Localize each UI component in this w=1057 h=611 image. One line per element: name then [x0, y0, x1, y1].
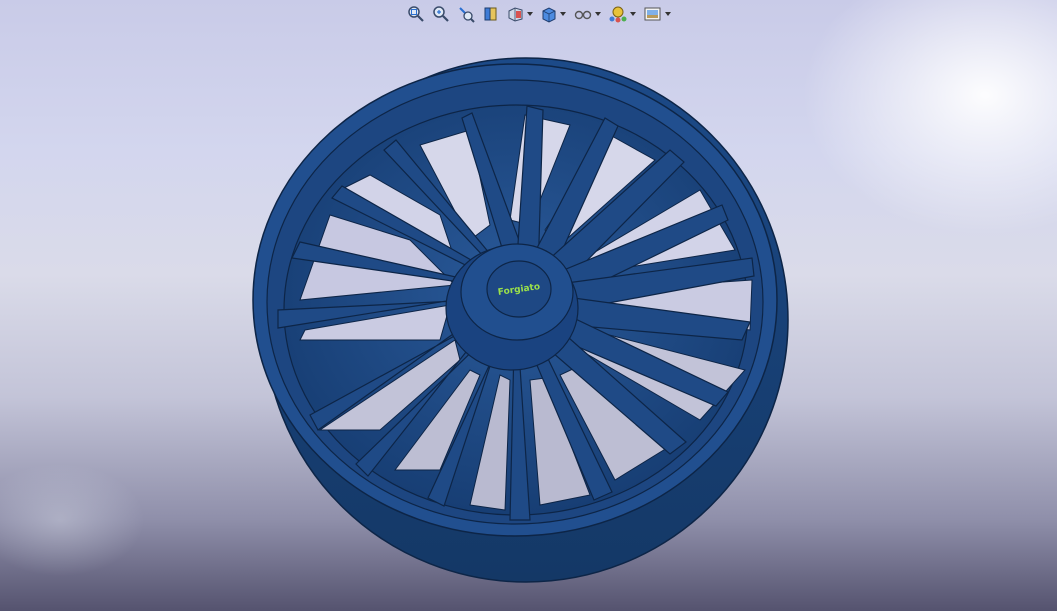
wheel-model[interactable]: Forgiato [252, 57, 789, 583]
graphics-area[interactable]: Forgiato [0, 0, 1057, 611]
